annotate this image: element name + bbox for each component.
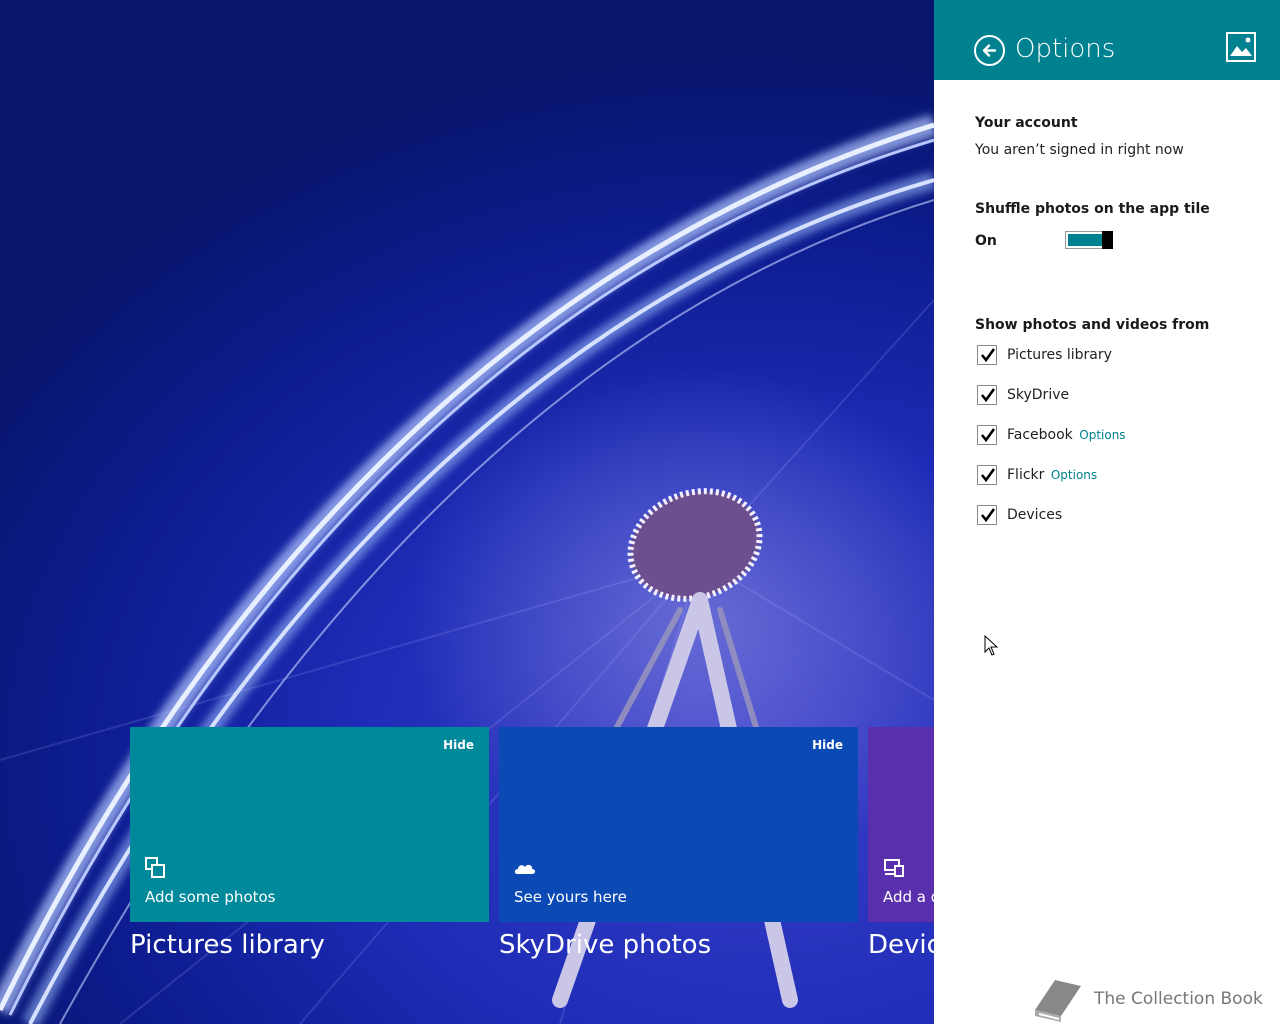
checkmark-icon xyxy=(980,388,996,403)
tile-title: SkyDrive photos xyxy=(499,930,712,960)
checkbox[interactable] xyxy=(977,505,997,525)
book-logo-icon xyxy=(1035,980,1081,1022)
options-pane: Options Your account You aren’t signed i… xyxy=(934,0,1280,1024)
hide-skydrive-button[interactable]: Hide xyxy=(812,738,843,752)
devices-icon xyxy=(884,859,904,877)
account-status: You aren’t signed in right now xyxy=(975,142,1184,158)
tile-skydrive-photos[interactable]: Hide See yours here xyxy=(499,727,858,922)
hide-pictures-library-button[interactable]: Hide xyxy=(443,738,474,752)
shuffle-toggle[interactable] xyxy=(1065,231,1113,249)
back-button[interactable] xyxy=(974,35,1005,66)
tile-label: Add some photos xyxy=(145,888,276,906)
watermark-text: The Collection Book xyxy=(1094,989,1263,1009)
checkbox-label: SkyDrive xyxy=(1007,387,1070,403)
checkmark-icon xyxy=(980,508,996,523)
account-heading: Your account xyxy=(975,115,1078,131)
skydrive-cloud-icon xyxy=(514,864,535,874)
toggle-fill xyxy=(1068,234,1102,246)
shuffle-state-label: On xyxy=(975,233,997,249)
sources-heading: Show photos and videos from xyxy=(975,317,1210,333)
tile-pictures-library[interactable]: Hide Add some photos xyxy=(130,727,489,922)
toggle-thumb[interactable] xyxy=(1102,231,1113,249)
mouse-cursor-icon xyxy=(984,635,999,656)
tile-title: Devic xyxy=(868,930,934,960)
shuffle-heading: Shuffle photos on the app tile xyxy=(975,201,1210,217)
tile-label: See yours here xyxy=(514,888,627,906)
checkmark-icon xyxy=(980,468,996,483)
checkbox[interactable] xyxy=(977,385,997,405)
tile-title: Pictures library xyxy=(130,930,325,960)
checkbox-label: Pictures library xyxy=(1007,347,1112,363)
flickr-options-link[interactable]: Options xyxy=(1051,468,1097,482)
back-arrow-icon xyxy=(982,44,997,57)
tile-label: Add a d xyxy=(883,888,934,906)
facebook-options-link[interactable]: Options xyxy=(1079,428,1125,442)
checkbox[interactable] xyxy=(977,425,997,445)
checkbox[interactable] xyxy=(977,465,997,485)
checkbox-label: Flickr Options xyxy=(1007,467,1098,483)
tile-devices[interactable]: Add a d xyxy=(868,727,934,922)
checkmark-icon xyxy=(980,428,996,443)
pane-header: Options xyxy=(934,0,1280,80)
pane-title: Options xyxy=(1015,34,1116,64)
checkmark-icon xyxy=(980,348,996,363)
pictures-library-icon xyxy=(145,857,165,878)
photos-app-icon xyxy=(1226,32,1256,62)
checkbox-label: Facebook Options xyxy=(1007,427,1126,443)
checkbox-label: Devices xyxy=(1007,507,1063,523)
checkbox[interactable] xyxy=(977,345,997,365)
